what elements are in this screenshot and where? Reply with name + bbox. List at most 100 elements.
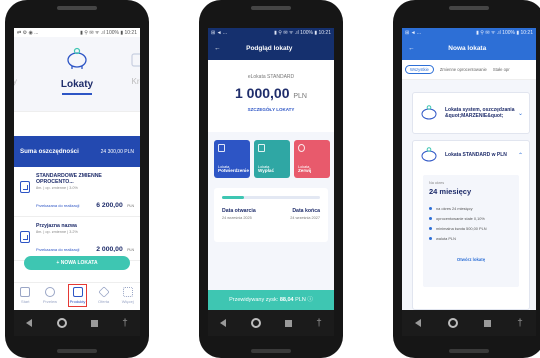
recents-icon[interactable] xyxy=(284,319,292,327)
app-header: ← Podgląd lokaty xyxy=(208,37,334,60)
document-icon xyxy=(218,144,225,152)
deposit-summary: eLokata STANDARD 1 000,00 PLN SZCZEGÓŁY … xyxy=(208,60,334,132)
feature-item: waluta PLN xyxy=(429,236,513,241)
deposit-amount: 2 000,00 PLN xyxy=(96,246,134,253)
speaker-grille xyxy=(449,6,489,10)
card-break[interactable]: Lokata Zerwij xyxy=(294,140,330,178)
deposit-item[interactable]: STANDARDOWE ZMIENNE OPROCENTO... 8m. | o… xyxy=(14,167,140,217)
piggy-bank-icon xyxy=(67,47,87,69)
person-icon[interactable]: † xyxy=(316,318,322,329)
feature-item: na okres 24 miesięcy xyxy=(429,206,513,211)
tab-start[interactable]: Start xyxy=(18,284,32,307)
details-link[interactable]: SZCZEGÓŁY LOKATY xyxy=(208,107,334,112)
back-icon[interactable] xyxy=(26,319,33,327)
status-left: ⊞ ◄ ... xyxy=(405,29,422,36)
status-right: ▮ ⚲ ✉ ᯤ .ıl 100% ▮ 10:21 xyxy=(274,29,331,36)
period-value: 24 miesięcy xyxy=(429,187,472,196)
filter-variable-rate[interactable]: Zmienne oprocentowanie xyxy=(440,67,487,72)
deposit-status-link[interactable]: Przekazana do realizacji xyxy=(36,203,79,208)
deposit-status-link[interactable]: Przekazana do realizacji xyxy=(36,247,79,252)
tab-offer[interactable]: Oferta xyxy=(96,284,111,307)
offer-list: Lokata system, oszczędzania &quot;MARZEN… xyxy=(402,80,536,310)
tab-transfer[interactable]: Przelew xyxy=(41,284,59,307)
status-bar: ⊞ ◄ ... ▮ ⚲ ✉ ᯤ .ıl 100% ▮ 10:21 xyxy=(208,28,334,37)
credit-card-icon xyxy=(131,53,140,67)
open-date-block: Data otwarcia 24 września 2025 xyxy=(222,208,256,220)
offer-accordion[interactable]: Lokata system, oszczędzania &quot;MARZEN… xyxy=(412,92,530,134)
action-cards: Lokata Potwierdzenie Lokata Wypłać Lokata Z… xyxy=(214,140,334,178)
product-carousel: rty Krec Lokaty xyxy=(14,37,140,112)
piggy-bank-icon xyxy=(421,105,437,120)
info-icon[interactable]: ⓘ xyxy=(307,297,313,303)
status-bar: ⊞ ◄ ... ▮ ⚲ ✉ ᯤ .ıl 100% ▮ 10:21 xyxy=(402,28,536,37)
tab-products[interactable]: Produkty xyxy=(67,284,88,307)
wallet-icon xyxy=(72,287,83,297)
period-label: Na okres xyxy=(429,181,445,185)
home-circle-icon[interactable] xyxy=(250,318,261,328)
tag-icon xyxy=(97,286,110,298)
offer-title: Lokata STANDARD w PLN xyxy=(445,152,507,158)
page-title: Lokaty xyxy=(60,79,94,90)
speaker-grille xyxy=(251,6,291,10)
deposit-dates: Data otwarcia 24 września 2025 Data końc… xyxy=(214,188,328,242)
chin-grille xyxy=(449,349,489,353)
android-nav-bar: † xyxy=(14,310,140,336)
home-circle-icon[interactable] xyxy=(56,318,67,328)
title-underline xyxy=(62,93,92,95)
page-title: Podgląd lokaty xyxy=(246,45,293,52)
summary-label: Suma oszczędności xyxy=(20,148,79,155)
filter-chips: Wszystkie Zmienne oprocentowanie Stałe o… xyxy=(402,60,536,80)
deposit-details: 8m. | op. zmienne | 3.2% xyxy=(36,230,78,234)
phone-deposit-preview: ⊞ ◄ ... ▮ ⚲ ✉ ᯤ .ıl 100% ▮ 10:21 ← Podgl… xyxy=(199,0,343,358)
deposit-details: 8m. | op. zmienne | 3.0% xyxy=(36,186,78,190)
new-deposit-button[interactable]: + NOWA LOKATA xyxy=(24,256,130,270)
savings-summary: Suma oszczędności 24 300,00 PLN xyxy=(14,136,140,167)
status-right: ▮ ⚲ ✉ ᯤ .ıl 100% ▮ 10:21 xyxy=(476,29,533,36)
open-deposit-link[interactable]: Otwórz lokatę xyxy=(429,257,513,262)
summary-value: 24 300,00 PLN xyxy=(100,148,134,155)
filter-all[interactable]: Wszystkie xyxy=(405,65,434,74)
tab-more[interactable]: Więcej xyxy=(120,284,136,307)
back-icon[interactable] xyxy=(415,319,422,327)
app-header: ← Nowa lokata xyxy=(402,37,536,60)
screen: ⊞ ◄ ... ▮ ⚲ ✉ ᯤ .ıl 100% ▮ 10:21 ← Podgl… xyxy=(208,28,334,310)
preview-body: eLokata STANDARD 1 000,00 PLN SZCZEGÓŁY … xyxy=(208,60,334,300)
deposit-item[interactable]: Przyjazna nazwa 8m. | op. zmienne | 3.2%… xyxy=(14,217,140,261)
transfer-icon xyxy=(44,287,55,297)
offer-details: Na okres 24 miesięcy na okres 24 miesięc… xyxy=(423,175,519,287)
term-progress-bar xyxy=(222,196,320,199)
offer-header[interactable]: Lokata STANDARD w PLN ⌃ xyxy=(419,147,523,163)
screenshot: ⇄ ⚙ ◉ ... ▮ ⚲ ✉ ᯤ .ıl 100% ▮ 10:21 rty K… xyxy=(0,0,540,358)
offer-accordion-expanded: Lokata STANDARD w PLN ⌃ Na okres 24 mies… xyxy=(412,140,530,310)
person-icon[interactable]: † xyxy=(517,318,523,329)
card-withdraw[interactable]: Lokata Wypłać xyxy=(254,140,290,178)
expected-profit-bar: Przewidywany zysk: 88,04 PLN ⓘ xyxy=(208,290,334,310)
screen: ⊞ ◄ ... ▮ ⚲ ✉ ᯤ .ıl 100% ▮ 10:21 ← Nowa … xyxy=(402,28,536,310)
home-icon xyxy=(20,287,31,297)
deposit-name: STANDARDOWE ZMIENNE OPROCENTO... xyxy=(36,173,102,185)
status-right: ▮ ⚲ ✉ ᯤ .ıl 100% ▮ 10:21 xyxy=(80,29,137,36)
card-confirmation[interactable]: Lokata Potwierdzenie xyxy=(214,140,250,178)
phone-lokaty-list: ⇄ ⚙ ◉ ... ▮ ⚲ ✉ ᯤ .ıl 100% ▮ 10:21 rty K… xyxy=(5,0,149,358)
chin-grille xyxy=(251,349,291,353)
person-icon[interactable]: † xyxy=(122,318,128,329)
phone-new-deposit: ⊞ ◄ ... ▮ ⚲ ✉ ᯤ .ıl 100% ▮ 10:21 ← Nowa … xyxy=(393,0,540,358)
piggy-bank-icon xyxy=(421,147,437,162)
status-left: ⊞ ◄ ... xyxy=(211,29,228,36)
deposit-amount: 1 000,00 PLN xyxy=(234,85,307,101)
back-icon[interactable] xyxy=(220,319,227,327)
deposit-icon xyxy=(20,231,30,243)
android-nav-bar: † xyxy=(402,310,536,336)
filter-fixed-rate[interactable]: Stałe opr xyxy=(493,67,510,72)
status-left: ⇄ ⚙ ◉ ... xyxy=(17,29,39,36)
chevron-up-icon[interactable]: ⌃ xyxy=(518,152,523,159)
home-circle-icon[interactable] xyxy=(447,318,458,328)
page-title: Nowa lokata xyxy=(448,45,487,52)
chevron-down-icon[interactable]: ⌄ xyxy=(518,110,523,117)
grid-icon xyxy=(122,287,133,297)
feature-list: na okres 24 miesięcy oprocentowanie stał… xyxy=(429,206,513,241)
bottom-tab-bar: Start Przelew Produkty Oferta Więcej xyxy=(14,282,140,310)
feature-item: oprocentowanie stałe 0,10% xyxy=(429,216,513,221)
recents-icon[interactable] xyxy=(483,319,491,327)
recents-icon[interactable] xyxy=(90,319,98,327)
